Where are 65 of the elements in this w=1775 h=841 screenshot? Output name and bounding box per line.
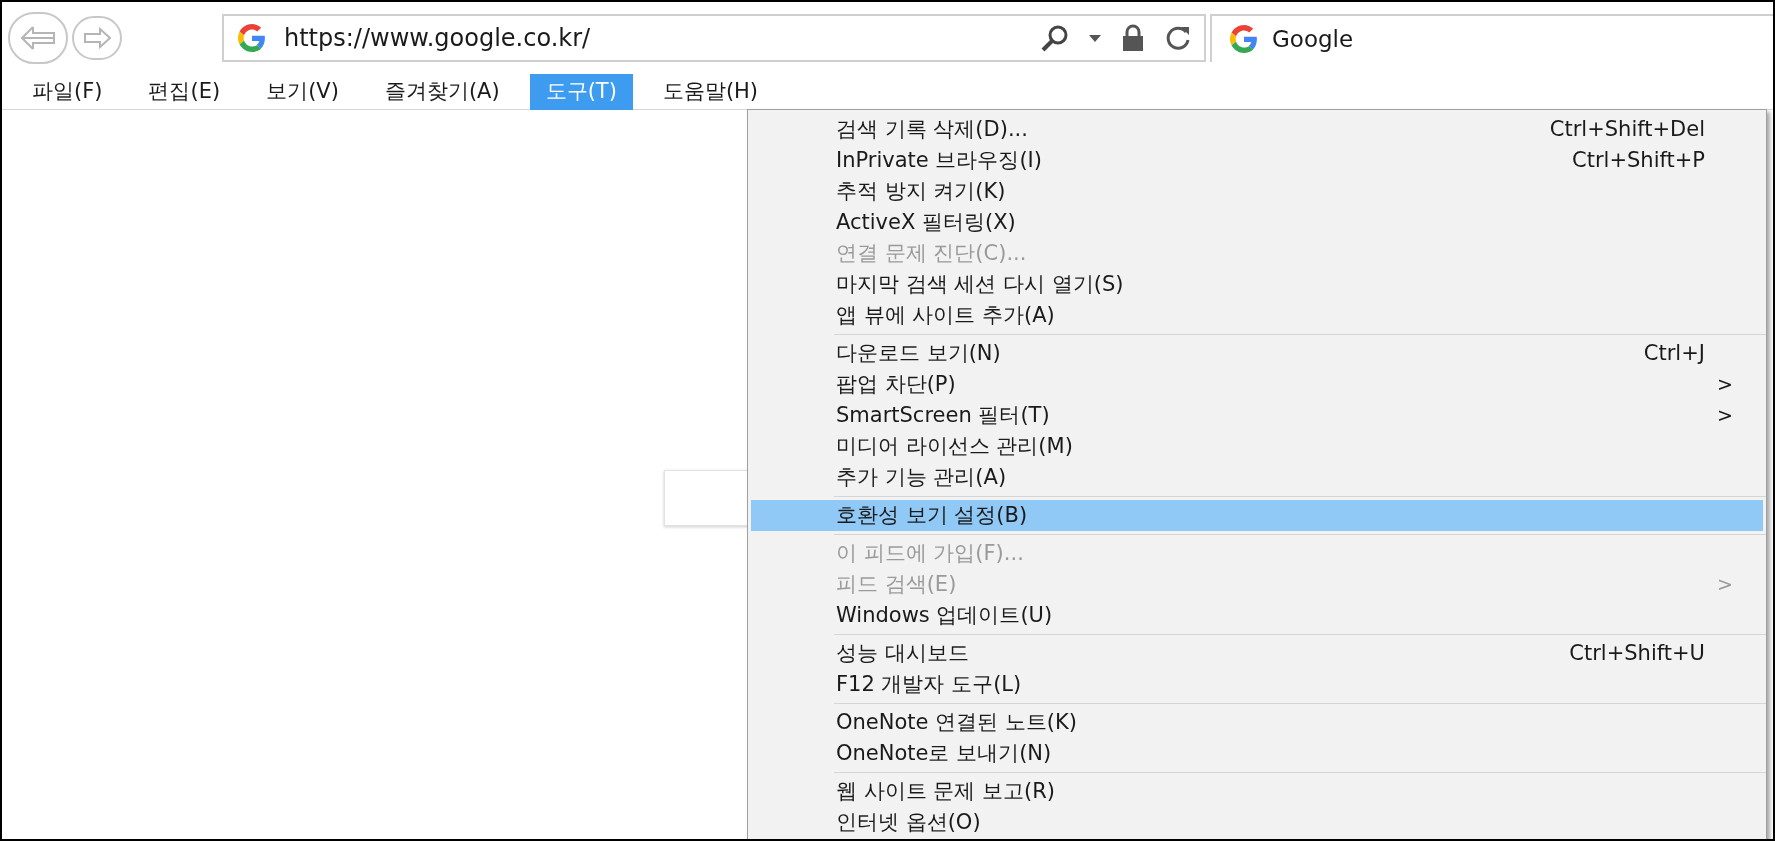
menu-item[interactable]: 호환성 보기 설정(B) (751, 500, 1763, 531)
shortcut-text: Ctrl+Shift+Del (1549, 115, 1705, 143)
menu-item-label: 연결 문제 진단(C)... (836, 239, 1028, 267)
menu-item[interactable]: 검색 기록 삭제(D)... Ctrl+Shift+Del (751, 114, 1763, 145)
menu-item[interactable]: 추적 방지 켜기(K) (751, 176, 1763, 207)
menu-bar-item[interactable]: 편집(E) (132, 73, 237, 110)
refresh-icon[interactable] (1164, 24, 1192, 52)
menu-item[interactable]: ActiveX 필터링(X) (751, 207, 1763, 238)
caret-icon[interactable] (1088, 33, 1102, 43)
menu-item-label: 웹 사이트 문제 보고(R) (836, 777, 1056, 805)
menu-item-label: 미디어 라이선스 관리(M) (836, 432, 1074, 460)
menu-item[interactable]: F12 개발자 도구(L) (751, 669, 1763, 700)
menu-item-label: 앱 뷰에 사이트 추가(A) (836, 301, 1056, 329)
menu-item-label: 검색 기록 삭제(D)... (836, 115, 1029, 143)
menu-item-label: 피드 검색(E) (836, 570, 958, 598)
tab-title: Google (1272, 24, 1354, 54)
menu-item-label: InPrivate 브라우징(I) (836, 146, 1043, 174)
forward-arrow-icon (82, 27, 112, 49)
menu-item-label: ActiveX 필터링(X) (836, 208, 1017, 236)
menu-item[interactable]: 추가 기능 관리(A) (751, 462, 1763, 493)
search-tab[interactable]: Google (1210, 14, 1773, 62)
google-logo-icon (1230, 25, 1258, 53)
shortcut-text: Ctrl+J (1643, 339, 1705, 367)
menu-bar-item[interactable]: 파일(F) (16, 73, 119, 110)
menu-item[interactable]: 마지막 검색 세션 다시 열기(S) (751, 269, 1763, 300)
address-bar[interactable]: https://www.google.co.kr/ (222, 14, 1206, 62)
menu-item-label: 다운로드 보기(N) (836, 339, 1002, 367)
menu-item-label: F12 개발자 도구(L) (836, 670, 1023, 698)
search-icon[interactable] (1040, 24, 1070, 52)
menu-item-label: 팝업 차단(P) (836, 370, 957, 398)
menu-item-label: SmartScreen 필터(T) (836, 401, 1051, 429)
menu-bar-item[interactable]: 즐겨찾기(A) (368, 73, 516, 110)
back-arrow-icon (19, 25, 57, 51)
menu-item[interactable]: 성능 대시보드 Ctrl+Shift+U (751, 638, 1763, 669)
menu-item-label: OneNote로 보내기(N) (836, 739, 1053, 767)
submenu-arrow: > (1717, 572, 1733, 598)
menu-item[interactable]: OneNote로 보내기(N) (751, 738, 1763, 769)
submenu-arrow: > (1717, 403, 1733, 429)
menu-item[interactable]: 웹 사이트 문제 보고(R) (751, 776, 1763, 807)
menu-item-label: 성능 대시보드 (836, 639, 970, 667)
menu-item[interactable]: 앱 뷰에 사이트 추가(A) (751, 300, 1763, 331)
address-text: https://www.google.co.kr/ (284, 23, 592, 54)
menu-item[interactable]: 미디어 라이선스 관리(M) (751, 431, 1763, 462)
menu-item-label: 이 피드에 가입(F)... (836, 539, 1025, 567)
menu-item-label: 호환성 보기 설정(B) (836, 501, 1029, 529)
menu-item-label: OneNote 연결된 노트(K) (836, 708, 1078, 736)
menu-item-label: 추가 기능 관리(A) (836, 463, 1008, 491)
menu-item[interactable]: 팝업 차단(P) > (751, 369, 1763, 400)
menu-item-label: 인터넷 옵션(O) (836, 808, 982, 836)
menu-item[interactable]: 다운로드 보기(N) Ctrl+J (751, 338, 1763, 369)
menu-bar-item[interactable]: 보기(V) (250, 73, 355, 110)
menu-item-label: 추적 방지 켜기(K) (836, 177, 1007, 205)
menu-item-label: Windows 업데이트(U) (836, 601, 1054, 629)
google-logo-icon (238, 24, 266, 52)
menu-item[interactable]: 인터넷 옵션(O) (751, 807, 1763, 838)
menu-item-label: 마지막 검색 세션 다시 열기(S) (836, 270, 1125, 298)
shortcut-text: Ctrl+Shift+U (1569, 639, 1705, 667)
shortcut-text: Ctrl+Shift+P (1572, 146, 1705, 174)
lock-icon (1120, 24, 1146, 52)
submenu-arrow: > (1717, 372, 1733, 398)
menu-item[interactable]: OneNote 연결된 노트(K) (751, 707, 1763, 738)
menu-item[interactable]: Windows 업데이트(U) (751, 600, 1763, 631)
menu-item[interactable]: InPrivate 브라우징(I) Ctrl+Shift+P (751, 145, 1763, 176)
menu-bar-item[interactable]: 도움말(H) (646, 73, 775, 110)
menu-item[interactable]: SmartScreen 필터(T) > (751, 400, 1763, 431)
